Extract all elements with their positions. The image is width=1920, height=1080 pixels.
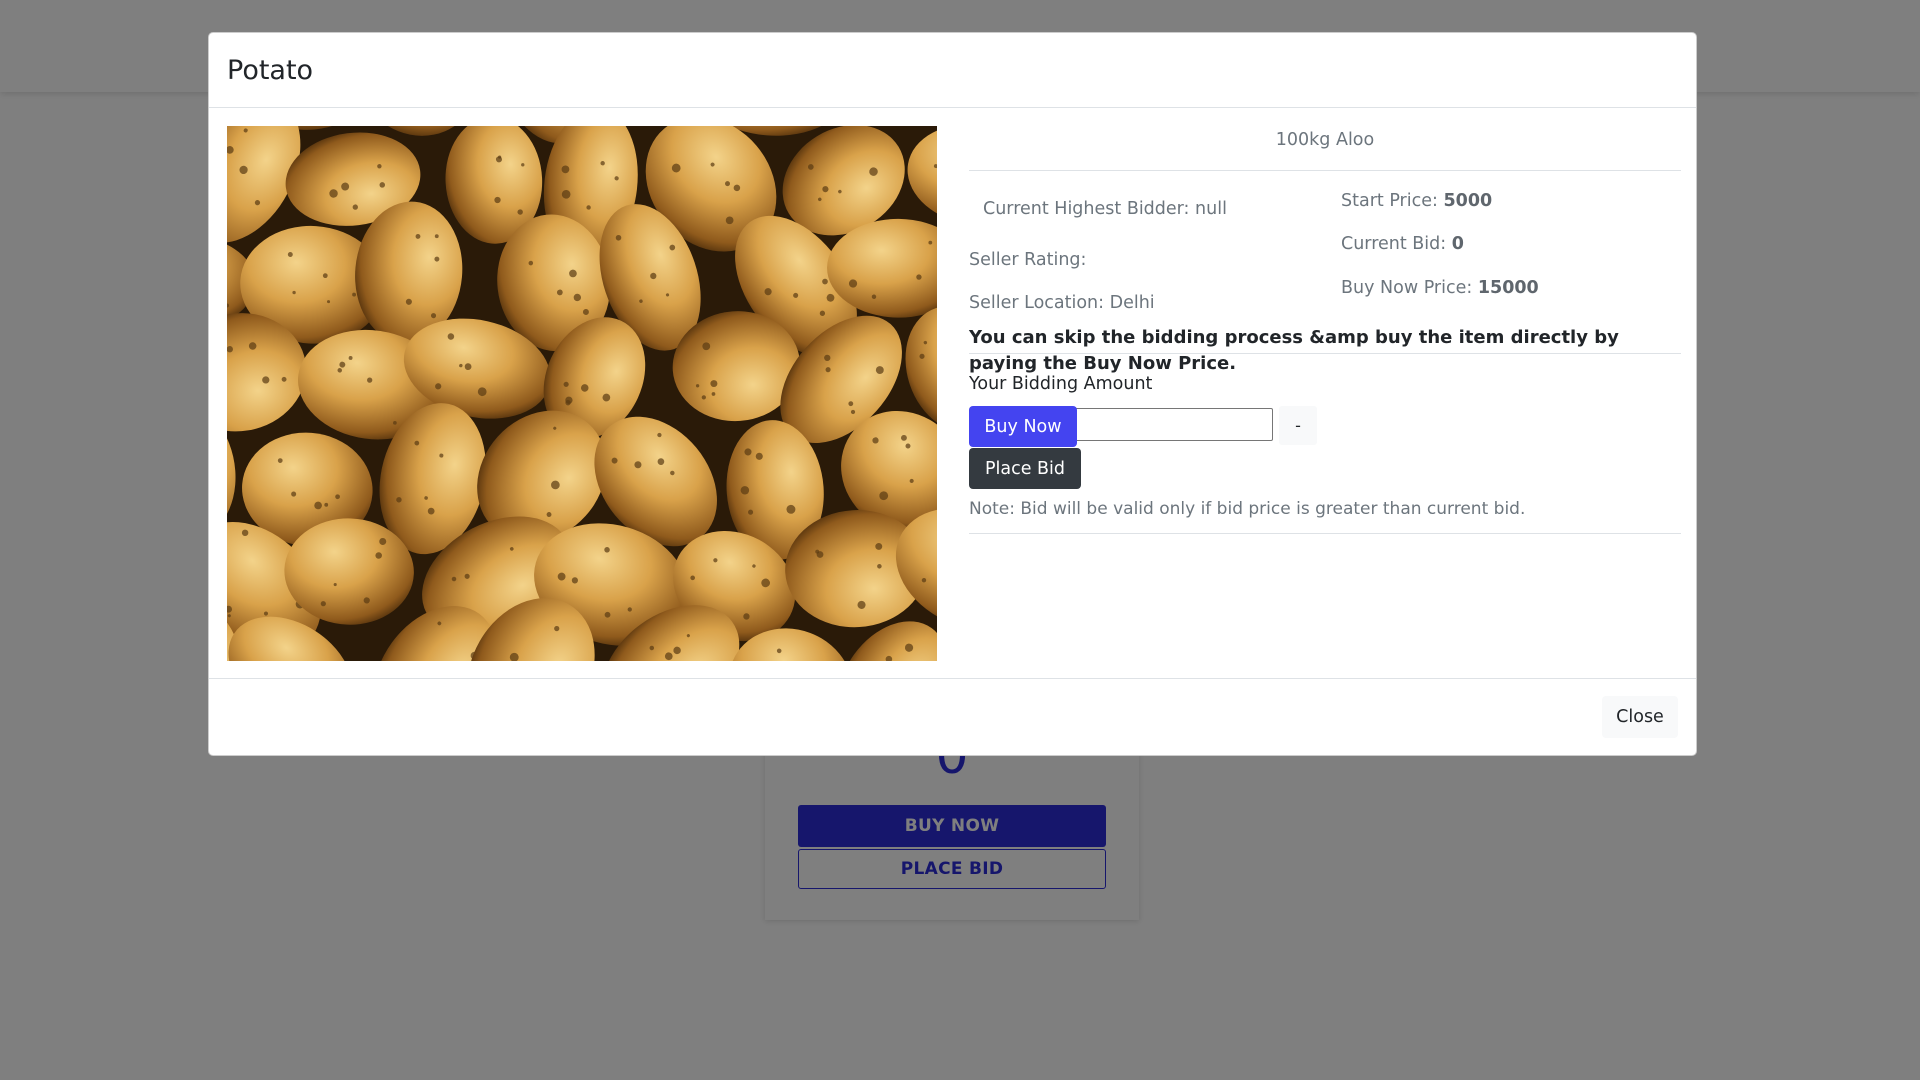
current-highest-bidder-label: Current Highest Bidder: [983, 199, 1196, 219]
decrement-button[interactable]: - [1279, 406, 1317, 445]
bid-note: Note: Bid will be valid only if bid pric… [969, 499, 1526, 519]
current-bid-label: Current Bid: [1341, 234, 1452, 254]
current-highest-bidder-value: null [1195, 199, 1227, 219]
buy-now-info: You can skip the bidding process &amp bu… [969, 327, 1619, 374]
buy-now-price: Buy Now Price: 15000 [1341, 278, 1539, 298]
current-highest-bidder: Current Highest Bidder: null [983, 199, 1227, 219]
modal-header: Potato [209, 33, 1696, 108]
product-image [227, 126, 937, 661]
modal-body: 100kg Aloo Current Highest Bidder: null … [209, 108, 1696, 680]
product-details: 100kg Aloo Current Highest Bidder: null … [969, 126, 1681, 534]
modal-title: Potato [227, 54, 314, 86]
product-modal: Potato 100kg Aloo Current Highest Bidder… [208, 32, 1697, 756]
start-price-value: 5000 [1443, 191, 1493, 211]
buy-now-price-value: 15000 [1477, 278, 1539, 298]
start-price-label: Start Price: [1341, 191, 1444, 211]
close-button[interactable]: Close [1602, 696, 1678, 738]
current-bid: Current Bid: 0 [1341, 234, 1464, 254]
place-bid-button[interactable]: Place Bid [969, 448, 1081, 489]
product-description: 100kg Aloo [969, 126, 1681, 171]
seller-rating: Seller Rating: [969, 250, 1087, 270]
start-price: Start Price: 5000 [1341, 191, 1492, 211]
potato-shape [907, 126, 937, 225]
bidding-amount-label: Your Bidding Amount [969, 374, 1153, 394]
buy-now-price-label: Buy Now Price: [1341, 278, 1478, 298]
seller-location: Seller Location: Delhi [969, 293, 1155, 313]
current-bid-value: 0 [1451, 234, 1464, 254]
seller-location-label: Seller Location: [969, 293, 1110, 313]
modal-footer: Close [209, 678, 1696, 755]
buy-now-button[interactable]: Buy Now [969, 406, 1077, 447]
seller-location-value: Delhi [1109, 293, 1155, 313]
